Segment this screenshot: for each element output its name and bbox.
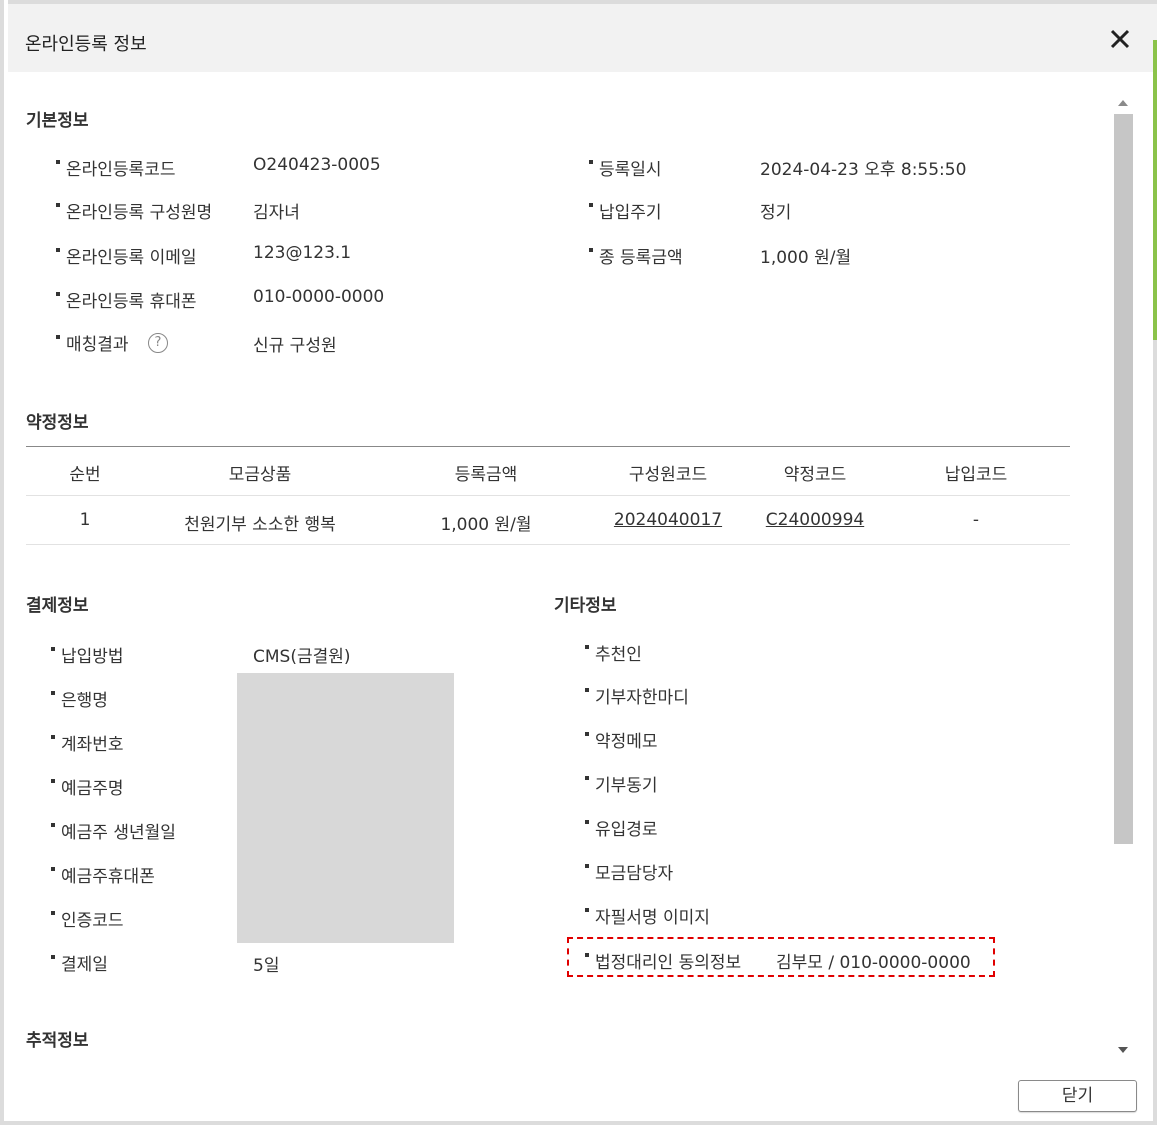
auth-code-label: 인증코드	[51, 906, 124, 931]
dialog-header: 온라인등록 정보	[8, 0, 1157, 72]
inflow-path-label: 유입경로	[585, 815, 658, 840]
background-accent-strip	[1153, 40, 1157, 340]
member-code-link[interactable]: 2024040017	[614, 510, 722, 530]
table-header-cell: 모금상품	[228, 465, 292, 485]
payment-day-label: 결제일	[51, 950, 108, 975]
donation-motive-label: 기부동기	[585, 771, 658, 796]
pledge-code-link[interactable]: C24000994	[766, 510, 864, 530]
phone-label: 온라인등록 휴대폰	[56, 287, 197, 312]
donor-message-label: 기부자한마디	[585, 683, 689, 708]
online-code-label: 온라인등록코드	[55, 155, 175, 180]
fundraiser-label: 모금담당자	[584, 859, 673, 884]
account-holder-label: 예금주명	[51, 774, 124, 799]
masked-payment-details	[237, 673, 454, 943]
table-divider	[26, 446, 1070, 447]
scroll-thumb[interactable]	[1114, 114, 1133, 844]
scroll-up-icon[interactable]	[1118, 100, 1128, 106]
payment-day-value: 5일	[253, 956, 280, 976]
scroll-down-icon[interactable]	[1118, 1047, 1128, 1053]
email-value: 123@123.1	[253, 243, 352, 263]
total-amount-label: 종 등록금액	[589, 243, 683, 268]
bank-name-label: 은행명	[51, 686, 108, 711]
pledge-info-title: 약정정보	[26, 413, 89, 433]
matching-result-value: 신규 구성원	[253, 336, 337, 356]
member-name-value: 김자녀	[253, 203, 300, 223]
close-button[interactable]	[1107, 26, 1133, 52]
other-info-title: 기타정보	[554, 596, 617, 616]
table-cell: 1,000 원/월	[440, 515, 532, 535]
guardian-consent-value: 김부모 / 010-0000-0000	[776, 953, 971, 973]
table-cell: 천원기부 소소한 행복	[184, 515, 336, 535]
total-amount-value: 1,000 원/월	[760, 248, 852, 268]
payment-info-title: 결제정보	[26, 596, 89, 616]
table-header-cell: 약정코드	[783, 465, 847, 485]
table-header-cell: 순번	[69, 465, 101, 485]
table-header-cell: 등록금액	[454, 465, 518, 485]
member-name-label: 온라인등록 구성원명	[55, 198, 212, 223]
table-divider	[26, 544, 1070, 545]
registered-at-value: 2024-04-23 오후 8:55:50	[760, 160, 967, 180]
holder-phone-label: 예금주휴대폰	[51, 862, 155, 887]
phone-value: 010-0000-0000	[253, 287, 385, 307]
matching-result-label: 매칭결과	[56, 330, 129, 355]
help-icon[interactable]: ?	[148, 333, 168, 353]
email-label: 온라인등록 이메일	[56, 243, 197, 268]
table-cell: -	[972, 510, 980, 530]
guardian-consent-label: 법정대리인 동의정보	[584, 948, 741, 973]
basic-info-title: 기본정보	[26, 111, 89, 131]
holder-birthdate-label: 예금주 생년월일	[51, 818, 176, 843]
account-number-label: 계좌번호	[51, 730, 124, 755]
table-header-cell: 납입코드	[944, 465, 1008, 485]
referrer-label: 추천인	[585, 640, 642, 665]
table-divider	[26, 495, 1070, 496]
payment-cycle-label: 납입주기	[589, 198, 662, 223]
table-header-cell: 구성원코드	[628, 465, 708, 485]
registered-at-label: 등록일시	[589, 155, 662, 180]
payment-cycle-value: 정기	[760, 203, 792, 223]
pledge-memo-label: 약정메모	[585, 727, 658, 752]
payment-method-label: 납입방법	[51, 642, 124, 667]
payment-method-value: CMS(금결원)	[253, 647, 351, 667]
signature-image-label: 자필서명 이미지	[585, 903, 710, 928]
vertical-scrollbar[interactable]	[1113, 92, 1133, 1062]
tracking-info-title: 추적정보	[26, 1031, 89, 1051]
online-registration-dialog: 온라인등록 정보 기본정보 온라인등록코드 O240423-0005 온라인등록…	[0, 0, 1157, 1125]
close-icon	[1110, 29, 1130, 49]
close-dialog-button[interactable]: 닫기	[1018, 1080, 1137, 1112]
online-code-value: O240423-0005	[253, 155, 381, 175]
dialog-title: 온라인등록 정보	[25, 34, 147, 55]
dialog-content: 기본정보 온라인등록코드 O240423-0005 온라인등록 구성원명 김자녀…	[8, 72, 1157, 1072]
table-cell: 1	[79, 510, 91, 530]
